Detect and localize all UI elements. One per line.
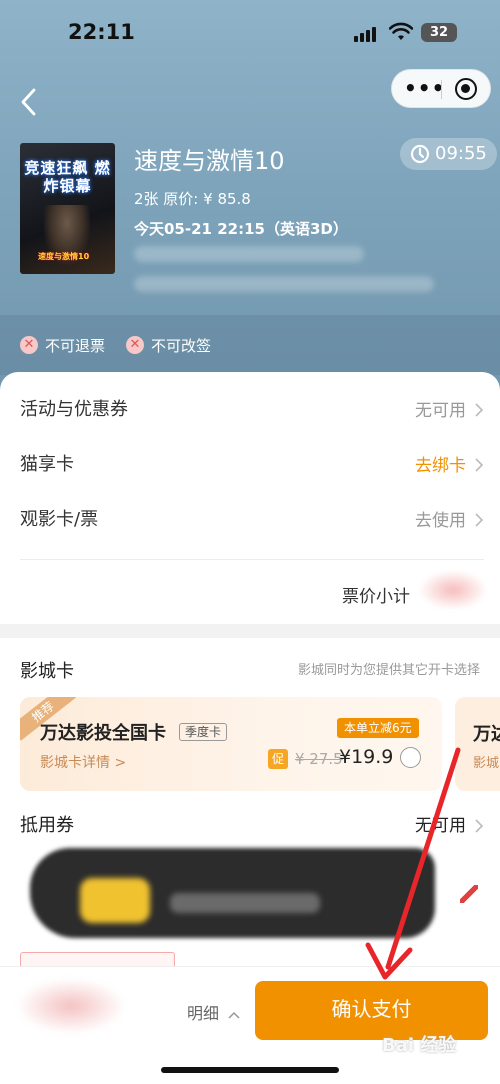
offer-tag: 季度卡 — [179, 723, 228, 741]
wifi-icon — [389, 22, 413, 40]
chevron-right-icon — [475, 403, 484, 417]
close-record-icon[interactable] — [455, 78, 477, 100]
subtotal-label: 票价小计 — [342, 587, 410, 607]
back-chevron-icon[interactable] — [14, 84, 44, 120]
watermark: Bai 经验 — [382, 1035, 457, 1056]
restriction-label: 不可退票 — [45, 337, 106, 355]
cinema-card-hint: 影城同时为您提供其它开卡选择 — [297, 663, 480, 678]
showtime: 今天05-21 22:15（英语3D） — [134, 220, 348, 238]
option-label: 观影卡/票 — [20, 509, 99, 530]
blurred-info — [134, 276, 434, 292]
battery-icon: 32 — [421, 23, 457, 42]
poster-logo: 速度与激情10 — [38, 252, 90, 261]
restriction-label: 不可改签 — [151, 337, 212, 355]
redacted-total — [16, 978, 126, 1034]
redacted-subtotal — [418, 570, 488, 610]
cellular-signal-icon — [354, 26, 380, 42]
timer-value: 09:55 — [435, 143, 487, 164]
home-indicator — [161, 1067, 339, 1073]
mini-program-capsule: ••• — [391, 69, 491, 108]
cross-icon: ✕ — [20, 336, 38, 354]
status-time: 22:11 — [68, 20, 135, 44]
option-value: 无可用 — [415, 401, 466, 421]
movie-poster: 竞速狂飙 燃炸银幕 速度与激情10 — [20, 143, 115, 274]
clock-icon — [410, 144, 430, 164]
offer-details-link[interactable]: 影城卡详情 > — [40, 752, 126, 772]
option-value: 去绑卡 — [415, 456, 466, 476]
detail-label: 明细 — [187, 1004, 220, 1023]
poster-tagline: 竞速狂飙 燃炸银幕 — [24, 159, 111, 195]
option-label: 活动与优惠券 — [20, 399, 128, 420]
blurred-info — [134, 246, 364, 262]
chevron-right-icon — [475, 458, 484, 472]
option-label: 猫享卡 — [20, 454, 74, 475]
promo-icon: 促 — [268, 749, 288, 769]
ticket-count-price: 2张 原价: ¥ 85.8 — [134, 190, 251, 208]
capsule-divider — [441, 80, 442, 99]
option-value: 去使用 — [415, 511, 466, 531]
chevron-up-icon — [228, 1011, 240, 1019]
movie-title: 速度与激情10 — [134, 147, 285, 175]
option-cat-card[interactable]: 猫享卡 去绑卡 — [20, 450, 484, 480]
divider — [20, 559, 484, 560]
cinema-card-title: 影城卡 — [20, 661, 74, 682]
offer-promo: 本单立减6元 — [337, 718, 419, 738]
option-movie-card[interactable]: 观影卡/票 去使用 — [20, 505, 484, 535]
more-icon[interactable]: ••• — [404, 78, 445, 98]
offer-details-link[interactable]: 影城 — [473, 752, 499, 771]
countdown-timer: 09:55 — [400, 138, 497, 170]
detail-toggle[interactable]: 明细 — [187, 1000, 240, 1024]
offer-name: 万达影投全国卡 — [40, 723, 166, 744]
cross-icon: ✕ — [126, 336, 144, 354]
option-promotions[interactable]: 活动与优惠券 无可用 — [20, 395, 484, 425]
annotation-arrow-icon — [365, 747, 461, 980]
offer-original-price: ¥ 27.5 — [295, 750, 343, 768]
chevron-right-icon — [475, 513, 484, 527]
chevron-right-icon — [475, 819, 484, 833]
status-bar: 22:11 32 — [0, 0, 500, 60]
coupon-label: 抵用券 — [20, 815, 74, 836]
offer-name: 万达 — [473, 724, 500, 745]
